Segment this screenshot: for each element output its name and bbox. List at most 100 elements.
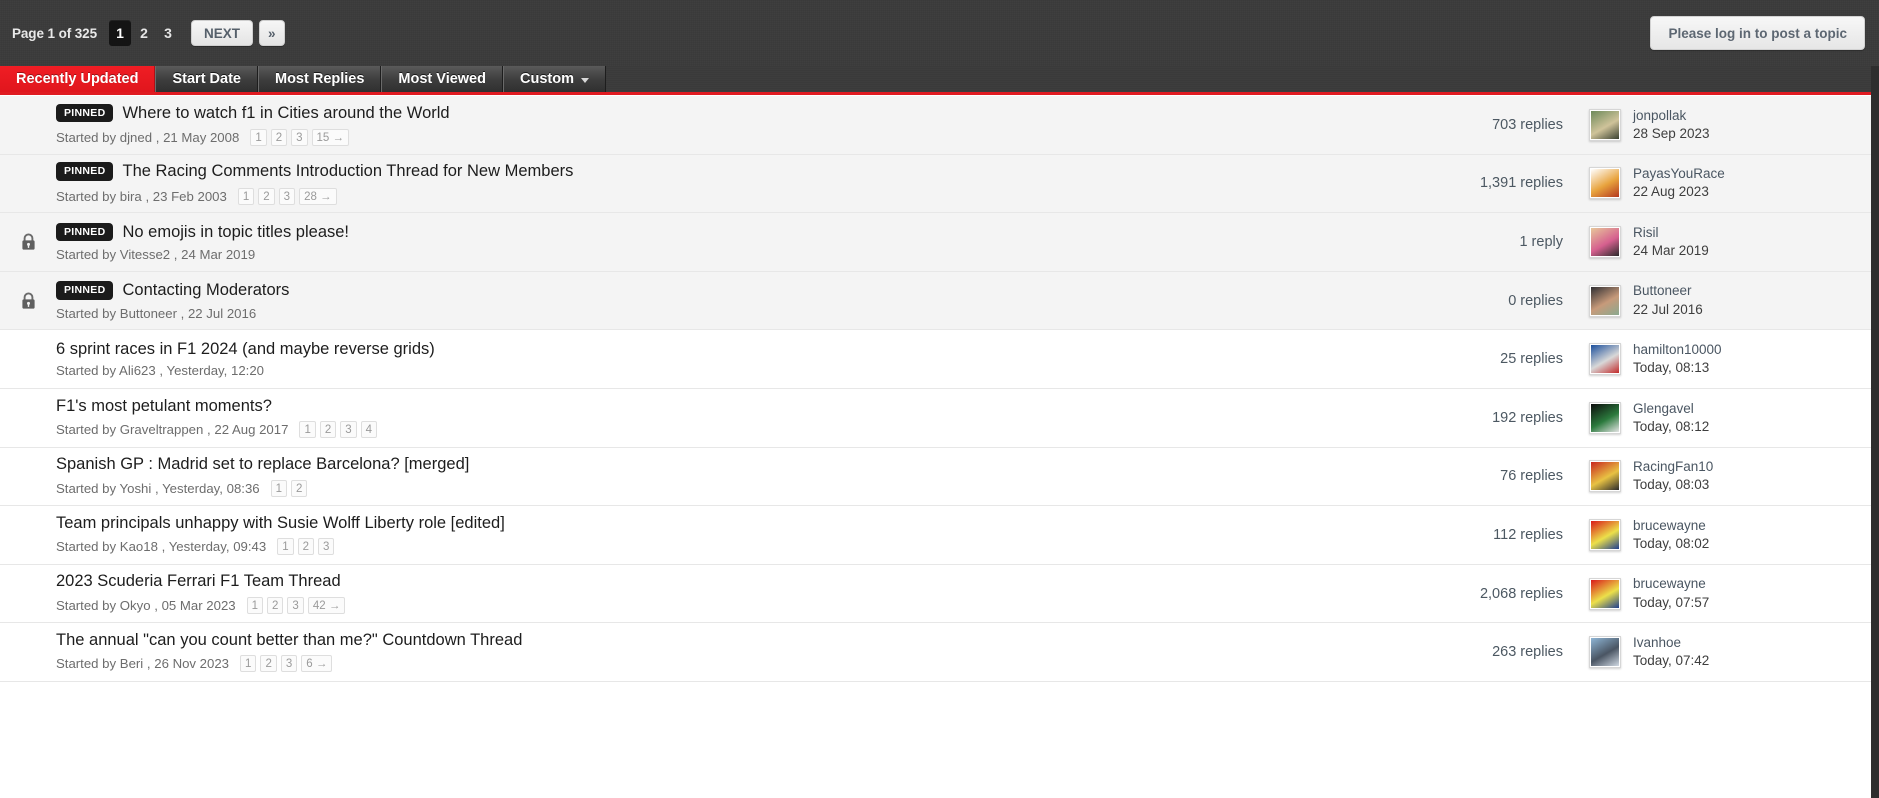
avatar[interactable]	[1589, 225, 1621, 258]
topic-row[interactable]: 2023 Scuderia Ferrari F1 Team Thread Star…	[0, 564, 1879, 624]
topic-meta-line: Started by Ali623 , Yesterday, 12:20	[56, 364, 1379, 377]
avatar[interactable]	[1589, 460, 1621, 493]
mini-page-link[interactable]: 3	[280, 655, 298, 673]
last-post-user-link[interactable]: PayasYouRace	[1633, 165, 1725, 183]
last-post-user-link[interactable]: brucewayne	[1633, 575, 1709, 593]
avatar[interactable]	[1589, 108, 1621, 141]
page-number-3[interactable]: 3	[157, 20, 179, 46]
mini-page-link[interactable]: 2	[319, 421, 337, 439]
mini-page-link[interactable]: 3	[287, 596, 304, 614]
pinned-badge: PINNED	[56, 162, 114, 181]
mini-page-link[interactable]: 3	[278, 187, 296, 205]
topic-starter-link[interactable]: Beri	[120, 656, 143, 671]
mini-page-link[interactable]: 3	[291, 129, 308, 147]
mini-page-link[interactable]: 2	[270, 129, 288, 147]
mini-page-link[interactable]: 1	[299, 421, 316, 439]
avatar[interactable]	[1589, 636, 1621, 669]
avatar[interactable]	[1589, 401, 1621, 434]
topic-starter-link[interactable]: bira	[120, 189, 142, 204]
page-number-1[interactable]: 1	[109, 20, 131, 46]
topic-row[interactable]: Spanish GP : Madrid set to replace Barce…	[0, 447, 1879, 507]
topic-row[interactable]: The annual "can you count better than me…	[0, 623, 1879, 682]
page-number-2[interactable]: 2	[133, 20, 155, 46]
last-post-user-link[interactable]: brucewayne	[1633, 517, 1709, 535]
mini-page-link[interactable]: 3	[318, 538, 335, 556]
mini-page-link[interactable]: 2	[291, 479, 308, 497]
last-post-user-link[interactable]: Risil	[1633, 224, 1709, 242]
page-right-gutter	[1871, 66, 1879, 798]
topic-reply-count: 25 replies	[1500, 351, 1563, 368]
topic-starter-link[interactable]: Okyo	[120, 598, 151, 613]
topic-row[interactable]: Team principals unhappy with Susie Wolff…	[0, 506, 1879, 565]
avatar[interactable]	[1589, 284, 1621, 317]
topic-title-link[interactable]: The annual "can you count better than me…	[56, 632, 522, 649]
topic-starter-link[interactable]: Ali623	[119, 363, 156, 378]
topic-title-link[interactable]: Team principals unhappy with Susie Wolff…	[56, 515, 505, 532]
topic-mini-pagination: 12	[270, 479, 308, 497]
mini-page-link[interactable]: 3	[340, 421, 357, 439]
topic-starter-info: Started by Yoshi , Yesterday, 08:36	[56, 480, 260, 496]
topic-status-column	[0, 330, 56, 388]
avatar[interactable]	[1589, 167, 1621, 200]
topic-title-link[interactable]: Contacting Moderators	[122, 282, 289, 299]
tab-recently-updated[interactable]: Recently Updated	[0, 66, 156, 92]
topic-row[interactable]: F1's most petulant moments? Started by Gr…	[0, 388, 1879, 448]
topic-title-link[interactable]: F1's most petulant moments?	[56, 398, 272, 415]
last-post-user-link[interactable]: jonpollak	[1633, 107, 1710, 125]
tab-most-replies[interactable]: Most Replies	[257, 66, 382, 92]
lock-icon	[21, 233, 36, 251]
top-bar: Page 1 of 325 1 2 3 NEXT » Please log in…	[0, 0, 1879, 66]
topic-row[interactable]: PINNED Where to watch f1 in Cities around…	[0, 96, 1879, 155]
mini-page-link[interactable]: 1	[246, 596, 264, 614]
topic-starter-link[interactable]: djned	[120, 130, 152, 145]
post-topic-button[interactable]: Please log in to post a topic	[1650, 16, 1865, 50]
mini-page-link[interactable]: 1	[240, 655, 257, 673]
topic-row[interactable]: PINNED Contacting Moderators Started by Bu…	[0, 271, 1879, 331]
tab-custom[interactable]: Custom	[502, 66, 606, 92]
tab-start-date[interactable]: Start Date	[155, 66, 258, 92]
topic-starter-link[interactable]: Kao18	[120, 539, 158, 554]
mini-page-link[interactable]: 28 →	[299, 187, 337, 205]
topic-starter-link[interactable]: Graveltrappen	[120, 422, 204, 437]
last-post-info: RacingFan10 Today, 08:03	[1633, 458, 1713, 494]
tab-most-viewed[interactable]: Most Viewed	[381, 66, 503, 92]
mini-page-link[interactable]: 2	[260, 655, 277, 673]
topic-title-link[interactable]: 6 sprint races in F1 2024 (and maybe rev…	[56, 341, 435, 358]
avatar[interactable]	[1589, 577, 1621, 610]
mini-page-link[interactable]: 4	[360, 421, 378, 439]
avatar[interactable]	[1589, 343, 1621, 376]
topic-starter-link[interactable]: Vitesse2	[120, 247, 170, 262]
next-page-button[interactable]: NEXT	[191, 20, 254, 46]
mini-page-link[interactable]: 1	[237, 187, 255, 205]
last-post-user-link[interactable]: Glengavel	[1633, 400, 1709, 418]
topic-row[interactable]: PINNED No emojis in topic titles please! S…	[0, 213, 1879, 272]
topic-row[interactable]: 6 sprint races in F1 2024 (and maybe rev…	[0, 330, 1879, 389]
mini-page-link[interactable]: 2	[297, 538, 315, 556]
mini-page-link[interactable]: 1	[250, 129, 267, 147]
topic-title-link[interactable]: 2023 Scuderia Ferrari F1 Team Thread	[56, 573, 341, 590]
mini-page-link[interactable]: 2	[258, 187, 275, 205]
mini-page-link[interactable]: 1	[277, 538, 294, 556]
topic-title-link[interactable]: No emojis in topic titles please!	[122, 224, 349, 241]
mini-page-link[interactable]: 42 →	[307, 596, 346, 614]
topic-title-link[interactable]: Spanish GP : Madrid set to replace Barce…	[56, 456, 469, 473]
mini-page-link[interactable]: 2	[267, 596, 284, 614]
last-post-user-link[interactable]: hamilton10000	[1633, 341, 1722, 359]
topic-main-column: Team principals unhappy with Susie Wolff…	[56, 515, 1389, 556]
topic-title-link[interactable]: The Racing Comments Introduction Thread …	[122, 163, 573, 180]
last-post-user-link[interactable]: Buttoneer	[1633, 282, 1703, 300]
last-post-user-link[interactable]: RacingFan10	[1633, 458, 1713, 476]
topic-status-column	[0, 448, 56, 506]
topic-row[interactable]: PINNED The Racing Comments Introduction T…	[0, 154, 1879, 214]
mini-page-link[interactable]: 1	[270, 479, 288, 497]
topic-starter-link[interactable]: Buttoneer	[120, 306, 177, 321]
last-post-info: Buttoneer 22 Jul 2016	[1633, 282, 1703, 318]
mini-page-link[interactable]: 15 →	[311, 129, 350, 147]
last-post-user-link[interactable]: Ivanhoe	[1633, 634, 1709, 652]
avatar[interactable]	[1589, 518, 1621, 551]
mini-page-link[interactable]: 6 →	[301, 655, 333, 673]
topic-title-link[interactable]: Where to watch f1 in Cities around the W…	[122, 105, 449, 122]
last-post-date: Today, 07:57	[1633, 594, 1710, 610]
topic-starter-link[interactable]: Yoshi	[120, 481, 152, 496]
last-page-button[interactable]: »	[259, 20, 285, 46]
